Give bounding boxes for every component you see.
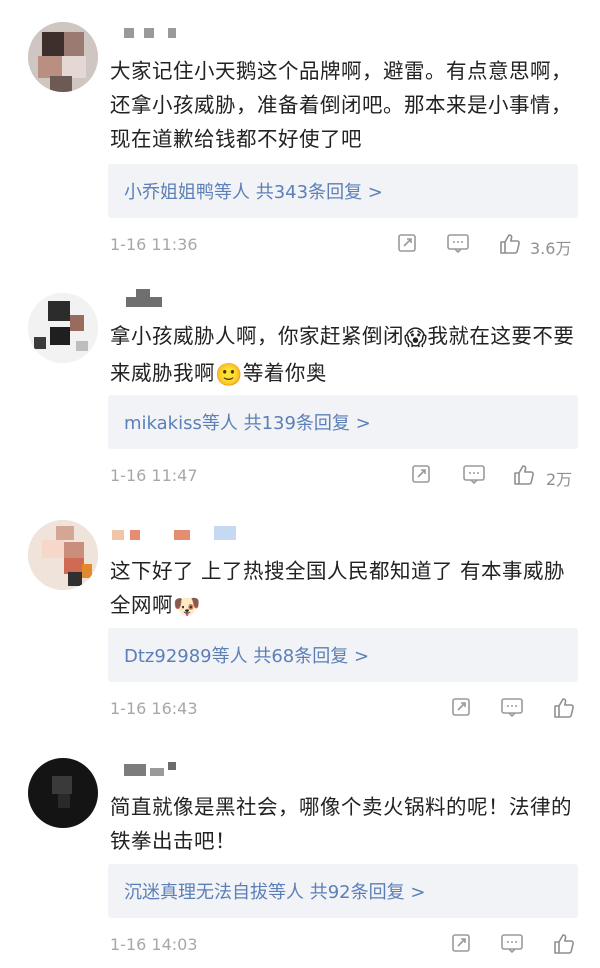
comment-text-part: 等着你奥 bbox=[242, 361, 327, 385]
reply-summary-text: mikakiss等人 共139条回复 > bbox=[124, 413, 371, 434]
comment-text: 这下好了 上了热搜全国人民都知道了 有本事威胁全网啊🐶 bbox=[110, 554, 580, 625]
smile-emoji-icon: 🙂 bbox=[215, 363, 243, 388]
reply-summary-text: 沉迷真理无法自拔等人 共92条回复 > bbox=[124, 882, 426, 903]
comment-meta: 1-16 11:47 2万 bbox=[110, 461, 580, 491]
share-icon[interactable] bbox=[450, 696, 472, 720]
avatar[interactable] bbox=[28, 293, 98, 363]
comment-meta: 1-16 14:03 bbox=[110, 930, 580, 960]
comment-icon[interactable] bbox=[500, 932, 524, 956]
comment-icon[interactable] bbox=[500, 696, 524, 720]
thumbs-up-icon[interactable] bbox=[552, 696, 576, 720]
reply-summary-text: 小乔姐姐鸭等人 共343条回复 > bbox=[124, 182, 383, 203]
username-redacted[interactable] bbox=[110, 22, 230, 42]
reply-summary[interactable]: 小乔姐姐鸭等人 共343条回复 > bbox=[108, 164, 578, 218]
reply-summary[interactable]: Dtz92989等人 共68条回复 > bbox=[108, 628, 578, 682]
thumbs-up-icon[interactable] bbox=[552, 932, 576, 956]
avatar[interactable] bbox=[28, 22, 98, 92]
comment-text: 大家记住小天鹅这个品牌啊，避雷。有点意思啊，还拿小孩威胁，准备着倒闭吧。那本来是… bbox=[110, 59, 572, 151]
timestamp: 1-16 11:47 bbox=[110, 466, 198, 485]
avatar[interactable] bbox=[28, 520, 98, 590]
scream-emoji-icon: 😱 bbox=[404, 326, 428, 351]
username-redacted[interactable] bbox=[110, 285, 230, 307]
timestamp: 1-16 11:36 bbox=[110, 235, 198, 254]
username-redacted[interactable] bbox=[110, 520, 236, 540]
share-icon[interactable] bbox=[450, 932, 472, 956]
thumbs-up-icon[interactable] bbox=[512, 463, 536, 487]
comment-icon[interactable] bbox=[462, 463, 486, 487]
avatar[interactable] bbox=[28, 758, 98, 828]
thumbs-up-icon[interactable] bbox=[498, 232, 522, 256]
comment-text: 简直就像是黑社会，哪像个卖火锅料的呢！法律的铁拳出击吧！ bbox=[110, 795, 572, 853]
comment-text: 拿小孩威胁人啊，你家赶紧倒闭😱我就在这要不要来威胁我啊🙂等着你奥 bbox=[110, 319, 580, 393]
comment-icon[interactable] bbox=[446, 232, 470, 256]
like-count: 2万 bbox=[546, 470, 573, 489]
like-count: 3.6万 bbox=[530, 239, 572, 258]
doge-emoji-icon: 🐶 bbox=[173, 595, 201, 620]
reply-summary[interactable]: 沉迷真理无法自拔等人 共92条回复 > bbox=[108, 864, 578, 918]
timestamp: 1-16 16:43 bbox=[110, 699, 198, 718]
username-redacted[interactable] bbox=[110, 758, 230, 778]
comment-text-part: 拿小孩威胁人啊，你家赶紧倒闭 bbox=[110, 324, 404, 348]
timestamp: 1-16 14:03 bbox=[110, 935, 198, 954]
reply-summary-text: Dtz92989等人 共68条回复 > bbox=[124, 646, 370, 667]
comment-meta: 1-16 11:36 3.6万 bbox=[110, 230, 580, 260]
comment-meta: 1-16 16:43 bbox=[110, 694, 580, 724]
share-icon[interactable] bbox=[410, 463, 432, 487]
reply-summary[interactable]: mikakiss等人 共139条回复 > bbox=[108, 395, 578, 449]
share-icon[interactable] bbox=[396, 232, 418, 256]
